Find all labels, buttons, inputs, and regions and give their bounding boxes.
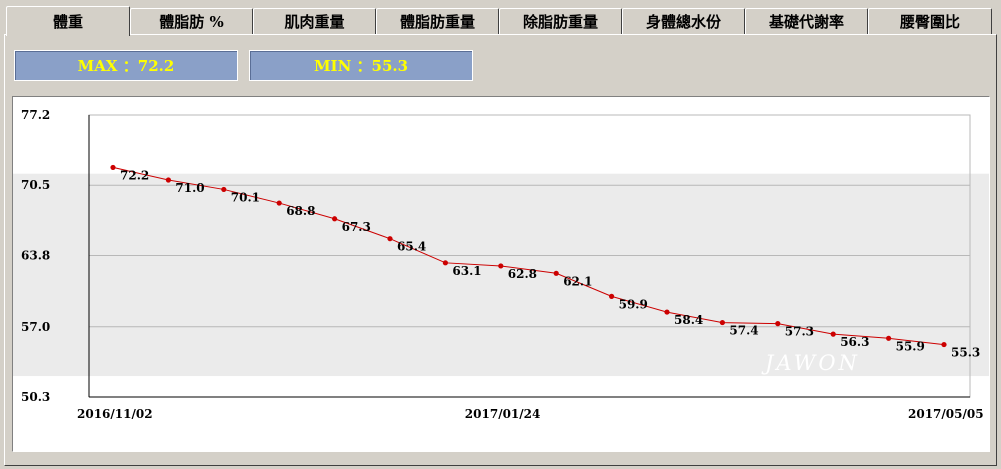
y-tick-label: 50.3	[21, 390, 50, 404]
tab-body-fat-percent[interactable]: 體脂肪 %	[130, 8, 253, 34]
data-label: 62.8	[508, 267, 537, 281]
data-label: 65.4	[397, 240, 426, 254]
data-label: 70.1	[231, 190, 260, 204]
chart-frame: 77.2 70.5 63.8 57.0 50.3 JAWON 72.2 71.0 70.1 68.…	[12, 96, 990, 452]
x-tick-label: 2017/05/05	[908, 407, 984, 421]
data-label: 55.3	[951, 346, 980, 360]
tab-weight[interactable]: 體重	[6, 6, 130, 36]
tab-fat-mass[interactable]: 體脂肪重量	[376, 8, 499, 34]
watermark: JAWON	[761, 351, 860, 375]
data-point	[775, 321, 781, 327]
data-point	[165, 177, 171, 183]
data-point	[221, 186, 227, 193]
x-tick-label: 2016/11/02	[77, 407, 153, 421]
data-point	[609, 293, 615, 299]
data-point	[830, 331, 836, 337]
data-point	[332, 216, 338, 222]
y-tick-label: 77.2	[21, 108, 50, 122]
data-label: 57.3	[785, 325, 814, 339]
data-point	[276, 200, 282, 206]
data-point	[110, 164, 116, 171]
data-label: 67.3	[342, 220, 371, 234]
data-label: 68.8	[286, 204, 315, 218]
tab-total-body-water[interactable]: 身體總水份	[622, 8, 745, 34]
data-label: 59.9	[619, 297, 648, 311]
data-point	[941, 341, 947, 348]
data-point	[442, 260, 448, 266]
data-point	[498, 263, 504, 269]
x-tick-label: 2017/01/24	[465, 407, 541, 421]
tab-fat-free-mass[interactable]: 除脂肪重量	[499, 8, 622, 34]
data-label: 55.9	[896, 339, 925, 353]
data-point	[387, 236, 393, 242]
max-value-box: MAX ：72.2	[14, 50, 238, 81]
data-label: 72.2	[120, 168, 149, 182]
min-value-box: MIN ：55.3	[249, 50, 473, 81]
tab-basal-metabolic-rate[interactable]: 基礎代謝率	[745, 8, 868, 34]
data-label: 57.4	[729, 324, 758, 338]
weight-line-chart: 77.2 70.5 63.8 57.0 50.3 JAWON 72.2 71.0 70.1 68.…	[13, 108, 989, 421]
y-tick-label: 57.0	[21, 320, 50, 334]
data-label: 71.0	[175, 181, 204, 195]
tab-muscle-mass[interactable]: 肌肉重量	[253, 8, 376, 34]
data-point	[719, 319, 726, 326]
data-point	[664, 309, 670, 315]
data-label: 56.3	[840, 335, 869, 349]
data-label: 58.4	[674, 313, 703, 327]
data-point	[553, 270, 559, 276]
y-tick-label: 63.8	[21, 248, 50, 262]
tab-bar: 體重 體脂肪 % 肌肉重量 體脂肪重量 除脂肪重量 身體總水份 基礎代謝率 腰臀…	[6, 6, 996, 36]
tab-waist-hip-ratio[interactable]: 腰臀圍比	[868, 8, 992, 34]
data-label: 62.1	[563, 274, 592, 288]
data-label: 63.1	[452, 264, 481, 278]
y-tick-label: 70.5	[21, 178, 50, 192]
data-point	[886, 335, 892, 341]
